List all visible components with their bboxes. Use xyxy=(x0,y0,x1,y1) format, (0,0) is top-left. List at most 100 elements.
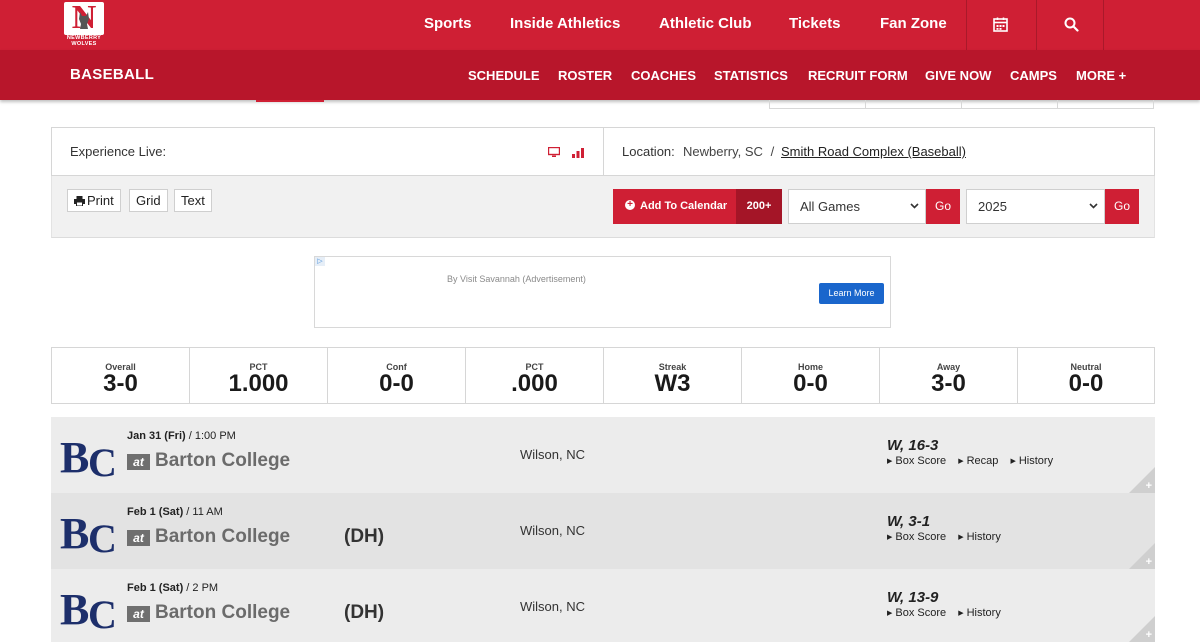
season-record: Overall 3-0 PCT 1.000 Conf 0-0 PCT .000 … xyxy=(51,347,1155,404)
opponent-name[interactable]: Barton College xyxy=(155,450,290,472)
nav-item-sports[interactable]: Sports xyxy=(424,15,472,32)
record-overall-pct: PCT 1.000 xyxy=(190,348,328,403)
venue-link[interactable]: Smith Road Complex (Baseball) xyxy=(781,144,966,159)
box-score-link[interactable]: ▶ Box Score xyxy=(887,455,946,467)
hidden-tab-edge xyxy=(769,100,866,109)
away-badge: at xyxy=(127,454,150,470)
game-result: W, 16-3 xyxy=(887,437,939,454)
calendar-button[interactable] xyxy=(966,0,1034,50)
location-separator: / xyxy=(770,144,775,159)
nav-item-tickets[interactable]: Tickets xyxy=(789,15,840,32)
svg-text:C: C xyxy=(88,516,117,554)
subnav-item-camps[interactable]: CAMPS xyxy=(1010,68,1057,83)
top-navigation-bar: N NEWBERRY WOLVES Sports Inside Athletic… xyxy=(0,0,1200,50)
game-time: / 1:00 PM xyxy=(185,430,236,442)
ad-learn-more-button[interactable]: Learn More xyxy=(819,283,884,304)
plus-icon: + xyxy=(1145,556,1152,568)
experience-live-label: Experience Live: xyxy=(70,144,167,159)
svg-text:B: B xyxy=(60,509,89,554)
plus-icon: + xyxy=(1145,629,1152,641)
subnav-item-coaches[interactable]: COACHES xyxy=(631,68,696,83)
game-row[interactable]: B C Feb 1 (Sat) / 2 PM at Barton College… xyxy=(51,569,1155,642)
schedule-toolbar: Print Grid Text + Add To Calendar 200+ A… xyxy=(51,176,1155,238)
plus-circle-icon: + xyxy=(625,200,635,210)
games-filter-select[interactable]: All Games xyxy=(788,189,926,224)
record-overall: Overall 3-0 xyxy=(52,348,190,403)
subnav-item-roster[interactable]: ROSTER xyxy=(558,68,612,83)
caret-right-icon: ▶ xyxy=(887,610,893,617)
doubleheader-tag: (DH) xyxy=(344,526,385,547)
history-link[interactable]: ▶ History xyxy=(958,531,1001,543)
game-time: / 2 PM xyxy=(183,582,219,594)
wolf-icon xyxy=(79,12,89,29)
location-city: Newberry, SC xyxy=(683,144,763,159)
opponent-name[interactable]: Barton College xyxy=(155,602,290,624)
add-to-calendar-button[interactable]: + Add To Calendar 200+ xyxy=(613,189,782,224)
plus-icon: + xyxy=(1145,480,1152,492)
box-score-link[interactable]: ▶ Box Score xyxy=(887,531,946,543)
doubleheader-tag: (DH) xyxy=(344,602,385,623)
search-icon xyxy=(1064,17,1079,32)
subnav-item-schedule[interactable]: SCHEDULE xyxy=(468,68,540,83)
game-links: ▶ Box Score ▶ History xyxy=(887,531,1010,543)
subnav-item-more[interactable]: MORE + xyxy=(1076,68,1126,83)
hidden-tab-edge xyxy=(1057,100,1154,109)
sport-title[interactable]: BASEBALL xyxy=(70,66,154,83)
experience-location-bar: Experience Live: Location: Newberry, SC … xyxy=(51,127,1155,176)
calendar-icon xyxy=(993,17,1008,32)
barton-college-logo: B C xyxy=(60,585,117,630)
barton-college-logo: B C xyxy=(60,433,117,478)
season-go-button[interactable]: Go xyxy=(1105,189,1139,224)
game-location: Wilson, NC xyxy=(520,523,586,538)
away-badge: at xyxy=(127,606,150,622)
box-score-link[interactable]: ▶ Box Score xyxy=(887,607,946,619)
chevron-down-icon xyxy=(1089,203,1098,209)
nav-item-fan-zone[interactable]: Fan Zone xyxy=(880,15,947,32)
caret-right-icon: ▶ xyxy=(958,610,964,617)
history-link[interactable]: ▶ History xyxy=(1010,455,1053,467)
caret-right-icon: ▶ xyxy=(958,458,964,465)
season-select[interactable]: 2025 xyxy=(966,189,1105,224)
subnav-item-recruit-form[interactable]: RECRUIT FORM xyxy=(808,68,908,83)
search-button[interactable] xyxy=(1036,0,1104,50)
nav-item-athletic-club[interactable]: Athletic Club xyxy=(659,15,752,32)
newberry-wolves-logo[interactable]: N NEWBERRY WOLVES xyxy=(60,0,108,47)
svg-text:C: C xyxy=(88,592,117,630)
recap-link[interactable]: ▶ Recap xyxy=(958,455,998,467)
history-link[interactable]: ▶ History xyxy=(958,607,1001,619)
nav-item-inside-athletics[interactable]: Inside Athletics xyxy=(510,15,620,32)
record-streak: Streak W3 xyxy=(604,348,742,403)
advertisement[interactable]: ▷ By Visit Savannah (Advertisement) Lear… xyxy=(314,256,891,328)
caret-right-icon: ▶ xyxy=(887,458,893,465)
subnav-item-statistics[interactable]: STATISTICS xyxy=(714,68,788,83)
text-view-button[interactable]: Text xyxy=(174,189,212,212)
subnav-item-give-now[interactable]: GIVE NOW xyxy=(925,68,991,83)
game-row[interactable]: B C Jan 31 (Fri) / 1:00 PM at Barton Col… xyxy=(51,417,1155,493)
record-conference-pct: PCT .000 xyxy=(466,348,604,403)
location-label: Location: xyxy=(622,144,675,159)
game-result: W, 3-1 xyxy=(887,513,931,530)
hidden-banner-edge xyxy=(256,100,324,102)
print-button[interactable]: Print xyxy=(67,189,121,212)
record-conference: Conf 0-0 xyxy=(328,348,466,403)
monitor-icon[interactable] xyxy=(547,146,561,158)
record-home: Home 0-0 xyxy=(742,348,880,403)
sport-subnav-bar: BASEBALL SCHEDULE ROSTER COACHES STATIST… xyxy=(0,50,1200,100)
record-away: Away 3-0 xyxy=(880,348,1018,403)
record-neutral: Neutral 0-0 xyxy=(1068,362,1104,397)
chevron-down-icon xyxy=(910,203,919,209)
grid-view-button[interactable]: Grid xyxy=(129,189,168,212)
hidden-tab-edge xyxy=(865,100,962,109)
ad-sponsor-text: By Visit Savannah (Advertisement) xyxy=(447,274,586,284)
caret-right-icon: ▶ xyxy=(887,534,893,541)
games-filter-go-button[interactable]: Go xyxy=(926,189,960,224)
stats-bars-icon[interactable] xyxy=(572,147,585,158)
away-badge: at xyxy=(127,530,150,546)
game-time: / 11 AM xyxy=(183,506,223,518)
game-date: Jan 31 (Fri) xyxy=(127,430,186,442)
opponent-name[interactable]: Barton College xyxy=(155,526,290,548)
caret-right-icon: ▶ xyxy=(958,534,964,541)
hidden-tab-edge xyxy=(961,100,1058,109)
game-row[interactable]: B C Feb 1 (Sat) / 11 AM at Barton Colleg… xyxy=(51,493,1155,569)
ad-choices-icon[interactable]: ▷ xyxy=(315,257,325,266)
